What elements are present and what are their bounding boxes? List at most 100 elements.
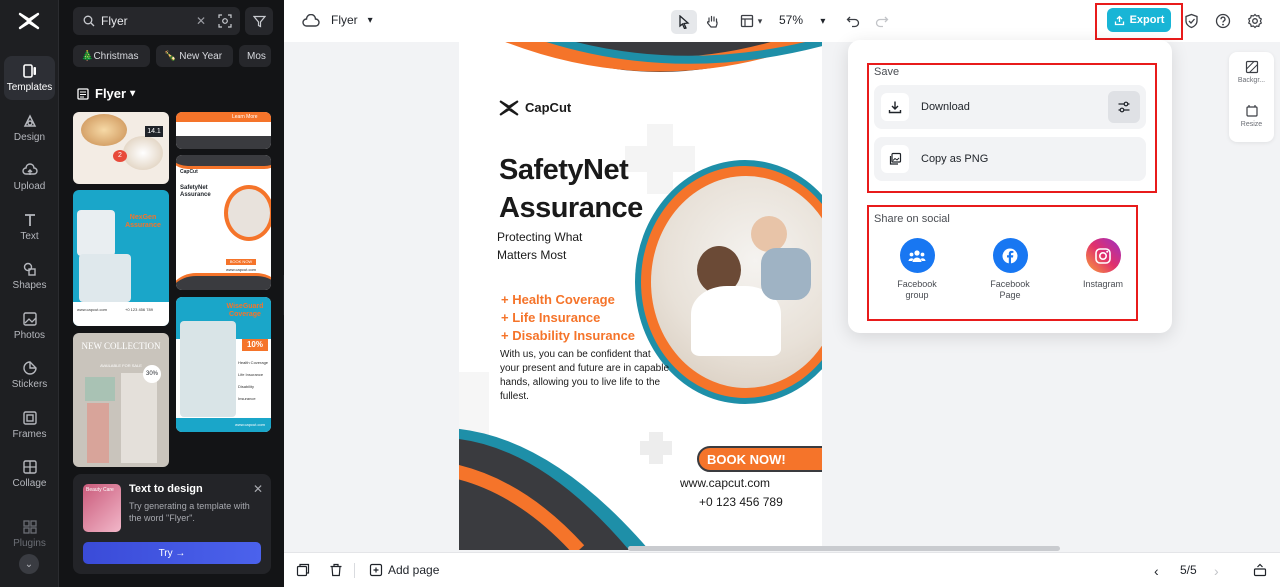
add-page-button[interactable]: Add page xyxy=(369,563,439,577)
chevron-down-icon: ⌄ xyxy=(24,558,34,570)
thumb-site: www.capcut.com xyxy=(176,418,271,432)
rail-item-shapes[interactable]: Shapes xyxy=(4,254,55,298)
undo-button[interactable] xyxy=(842,10,864,32)
rail-item-design[interactable]: Design xyxy=(4,106,55,150)
thumb-title: NexGen Assurance xyxy=(125,214,161,229)
resize-label: Resize xyxy=(1240,121,1263,128)
thumb-band xyxy=(176,273,271,290)
resize-tool[interactable]: Resize xyxy=(1229,104,1274,128)
template-thumb-nexgen[interactable]: NexGen Assurance www.capcut.com +0 123 4… xyxy=(73,190,169,326)
select-tool-button[interactable] xyxy=(671,10,697,34)
chevron-down-icon: ▾ xyxy=(367,14,373,26)
search-input[interactable]: Flyer ✕ xyxy=(73,7,240,35)
highlight-save-box xyxy=(867,63,1157,193)
hand-icon xyxy=(706,15,718,28)
thumb-brand: CapCut xyxy=(180,169,198,175)
rail-item-label: Stickers xyxy=(11,379,48,390)
rail-item-label: Plugins xyxy=(13,538,46,549)
category-dropdown[interactable]: Flyer ▾ xyxy=(77,86,135,101)
rail-item-photos[interactable]: Photos xyxy=(4,304,55,348)
thumb-title: SafetyNet Assurance xyxy=(180,185,211,198)
document-name-dropdown[interactable]: Flyer ▾ xyxy=(331,13,373,27)
flyer-phone: +0 123 456 789 xyxy=(699,495,783,509)
clear-search-icon[interactable]: ✕ xyxy=(196,14,206,28)
filter-icon xyxy=(252,15,266,27)
canvas-horizontal-scrollbar[interactable] xyxy=(628,546,1060,551)
photo-figure xyxy=(761,248,811,300)
rail-item-label: Text xyxy=(20,231,39,242)
chip-more[interactable]: Mos xyxy=(239,45,271,67)
template-thumb-wiseguard[interactable]: WiseGuard Coverage 10% Health Coverage L… xyxy=(176,297,271,432)
rail-item-stickers[interactable]: Stickers xyxy=(4,353,55,397)
rail-item-templates[interactable]: Templates xyxy=(4,56,55,100)
expand-more-button[interactable]: ⌄ xyxy=(19,554,39,574)
chevron-up-panel-icon xyxy=(1253,563,1267,577)
add-page-label: Add page xyxy=(388,563,440,577)
bottom-toolbar: Add page ‹ 5/5 › xyxy=(284,552,1280,587)
capcut-logo-icon[interactable] xyxy=(17,10,41,32)
flyer-website: www.capcut.com xyxy=(680,476,771,490)
thumb-photo xyxy=(79,254,131,302)
thumb-photo xyxy=(121,373,157,463)
zoom-level: 57% xyxy=(779,13,804,27)
rail-item-upload[interactable]: Upload xyxy=(4,155,55,199)
flyer-brand: CapCut xyxy=(525,100,572,115)
undo-icon xyxy=(846,16,860,28)
page-panel-toggle[interactable] xyxy=(1253,563,1267,577)
flyer-bullet: + Life Insurance xyxy=(501,310,601,325)
template-thumb-collection[interactable]: NEW COLLECTION AVAILABLE FOR SALE 30% xyxy=(73,333,169,467)
next-page-button[interactable]: › xyxy=(1214,563,1219,579)
redo-button[interactable] xyxy=(871,10,893,32)
plugins-icon xyxy=(22,520,37,534)
highlight-export-box xyxy=(1095,3,1183,40)
chip-christmas[interactable]: 🎄Christmas xyxy=(73,45,150,67)
template-thumb-partial[interactable]: Learn More xyxy=(176,112,271,149)
thumb-title: NEW COLLECTION xyxy=(81,341,161,351)
shield-button[interactable] xyxy=(1180,10,1202,32)
previous-page-button[interactable]: ‹ xyxy=(1154,563,1159,579)
flyer-canvas-page[interactable]: CapCut SafetyNet Assurance Protecting Wh… xyxy=(459,42,822,550)
thumb-footer xyxy=(73,302,169,326)
category-label: Flyer xyxy=(95,86,127,101)
background-tool[interactable]: Backgr... xyxy=(1229,60,1274,84)
rail-item-plugins[interactable]: Plugins xyxy=(4,512,55,556)
flyer-bullet: + Disability Insurance xyxy=(501,328,636,343)
delete-page-button[interactable] xyxy=(329,563,343,577)
search-icon xyxy=(83,15,95,27)
add-page-icon xyxy=(369,563,383,577)
thumb-site: www.capcut.com xyxy=(226,267,257,272)
trash-icon xyxy=(330,563,342,577)
chip-new-year[interactable]: 🍾 New Year xyxy=(156,45,233,67)
template-thumb-safetynet[interactable]: CapCut SafetyNet Assurance BOOK NOW www.… xyxy=(176,155,271,290)
template-thumb-food[interactable]: 14.1 2 xyxy=(73,112,169,184)
rail-item-text[interactable]: Text xyxy=(4,205,55,249)
settings-button[interactable] xyxy=(1244,10,1266,32)
duplicate-page-button[interactable] xyxy=(296,563,310,577)
rail-item-label: Upload xyxy=(13,181,46,192)
photo-figure xyxy=(751,216,787,252)
highlight-share-box xyxy=(867,205,1138,321)
background-label: Backgr... xyxy=(1237,77,1266,84)
chevron-down-icon: ▾ xyxy=(757,15,763,26)
hand-tool-button[interactable] xyxy=(701,10,723,32)
flyer-category-icon xyxy=(77,87,89,100)
rail-item-collage[interactable]: Collage xyxy=(4,452,55,496)
close-icon[interactable]: ✕ xyxy=(253,482,263,496)
help-button[interactable] xyxy=(1212,10,1234,32)
try-button[interactable]: Try → xyxy=(83,542,261,564)
rail-item-frames[interactable]: Frames xyxy=(4,403,55,447)
price-badge: 14.1 xyxy=(145,126,163,137)
thumb-list: Health Coverage Life Insurance Disabilit… xyxy=(238,357,270,405)
food-image xyxy=(123,136,163,170)
filter-button[interactable] xyxy=(245,7,273,35)
capcut-logo-icon xyxy=(499,100,519,116)
thumb-list-item: Health Coverage xyxy=(238,360,269,365)
layout-dropdown[interactable]: ▾ xyxy=(734,10,768,32)
flyer-title-line1: SafetyNet xyxy=(499,154,629,186)
zoom-level-dropdown[interactable]: 57% ▾ xyxy=(779,13,825,27)
image-search-icon[interactable] xyxy=(218,14,232,28)
thumb-photo xyxy=(77,210,115,256)
flyer-title-line2: Assurance xyxy=(499,192,643,224)
cloud-save-icon[interactable] xyxy=(300,10,322,32)
text-to-design-title: Text to design xyxy=(129,483,203,495)
